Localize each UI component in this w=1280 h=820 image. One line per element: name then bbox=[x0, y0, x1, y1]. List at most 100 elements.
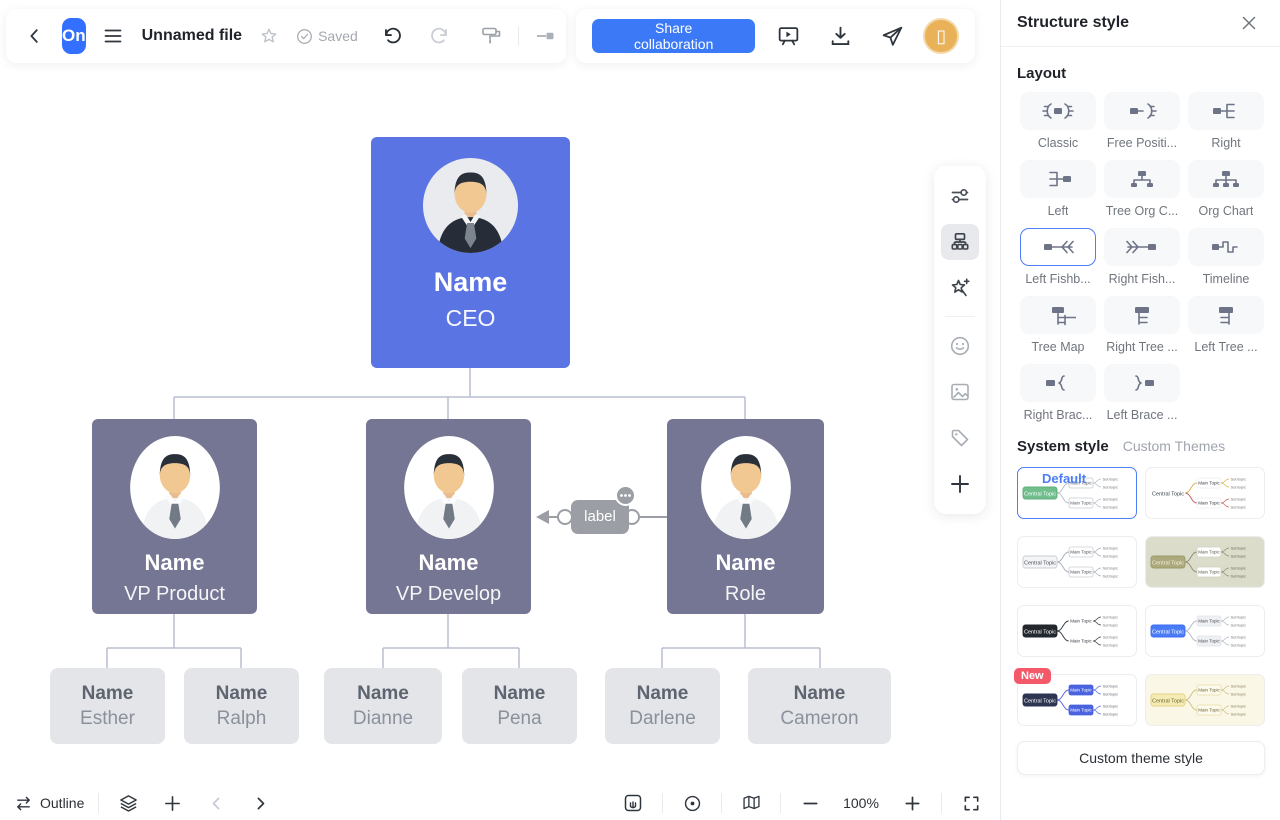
tree-org-layout-icon bbox=[1104, 160, 1180, 198]
undo-button[interactable] bbox=[376, 21, 406, 51]
tag-icon[interactable] bbox=[941, 420, 979, 456]
layout-option-right-fishbone[interactable]: Right Fish... bbox=[1101, 228, 1183, 286]
layout-option-left-fishbone[interactable]: Left Fishb... bbox=[1017, 228, 1099, 286]
node-vp-product[interactable]: Name VP Product bbox=[92, 419, 257, 614]
node-pena[interactable]: Name Pena bbox=[462, 668, 577, 744]
favorite-star-icon[interactable] bbox=[254, 21, 284, 51]
more-options-bubble[interactable] bbox=[615, 485, 636, 506]
layout-option-left-brace[interactable]: Left Brace ... bbox=[1101, 364, 1183, 422]
layout-option-label: Timeline bbox=[1203, 272, 1250, 286]
theme-thumbnail-2[interactable]: Central Topic Main Topic Main Topic Subt… bbox=[1017, 536, 1137, 588]
back-button[interactable] bbox=[20, 21, 50, 51]
svg-text:Central Topic: Central Topic bbox=[1024, 629, 1056, 635]
layout-option-label: Right Fish... bbox=[1109, 272, 1176, 286]
locate-center-icon[interactable] bbox=[677, 788, 707, 818]
adjust-sliders-icon[interactable] bbox=[941, 178, 979, 214]
theme-thumbnail-6[interactable]: New Central Topic Main Topic Main Topic … bbox=[1017, 674, 1137, 726]
close-icon[interactable] bbox=[1234, 8, 1264, 38]
zoom-in-button[interactable] bbox=[897, 788, 927, 818]
user-avatar[interactable]: ▯ bbox=[923, 18, 959, 54]
node-dianne[interactable]: Name Dianne bbox=[324, 668, 442, 744]
layout-option-right-brace[interactable]: Right Brac... bbox=[1017, 364, 1099, 422]
minimap-icon[interactable] bbox=[736, 788, 766, 818]
svg-text:Subtopic: Subtopic bbox=[1103, 615, 1119, 620]
file-title[interactable]: Unnamed file bbox=[142, 27, 242, 45]
custom-theme-style-button[interactable]: Custom theme style bbox=[1017, 741, 1265, 775]
redo-button[interactable] bbox=[426, 21, 456, 51]
fullscreen-icon[interactable] bbox=[956, 788, 986, 818]
next-page-button[interactable] bbox=[245, 788, 275, 818]
download-icon[interactable] bbox=[825, 21, 855, 51]
layout-option-left[interactable]: Left bbox=[1017, 160, 1099, 218]
image-icon[interactable] bbox=[941, 374, 979, 410]
node-darlene[interactable]: Name Darlene bbox=[605, 668, 720, 744]
theme-thumbnail-5[interactable]: Central Topic Main Topic Main Topic Subt… bbox=[1145, 605, 1265, 657]
layout-option-timeline[interactable]: Timeline bbox=[1185, 228, 1267, 286]
zoom-out-button[interactable] bbox=[795, 788, 825, 818]
layout-option-label: Free Positi... bbox=[1107, 136, 1177, 150]
svg-text:Subtopic: Subtopic bbox=[1231, 712, 1247, 717]
svg-text:Main Topic: Main Topic bbox=[1070, 639, 1092, 644]
theme-thumbnail-7[interactable]: Central Topic Main Topic Main Topic Subt… bbox=[1145, 674, 1265, 726]
layout-option-label: Right Brac... bbox=[1024, 408, 1093, 422]
format-painter-icon[interactable] bbox=[476, 21, 506, 51]
left-brace-layout-icon bbox=[1104, 364, 1180, 402]
layout-option-org-chart[interactable]: Org Chart bbox=[1185, 160, 1267, 218]
layout-option-right-tree[interactable]: Right Tree ... bbox=[1101, 296, 1183, 354]
layout-option-left-tree[interactable]: Left Tree ... bbox=[1185, 296, 1267, 354]
layout-option-tree-org[interactable]: Tree Org C... bbox=[1101, 160, 1183, 218]
leaf-title: Name bbox=[82, 683, 134, 705]
tab-system-style[interactable]: System style bbox=[1017, 438, 1109, 455]
app-logo[interactable]: On bbox=[62, 18, 86, 54]
layout-option-label: Right Tree ... bbox=[1106, 340, 1178, 354]
structure-icon[interactable] bbox=[941, 224, 979, 260]
theme-name: Default bbox=[1042, 471, 1086, 486]
prev-page-button[interactable] bbox=[201, 788, 231, 818]
add-node-button[interactable] bbox=[941, 466, 979, 502]
emoji-icon[interactable] bbox=[941, 327, 979, 363]
svg-text:Central Topic: Central Topic bbox=[1152, 629, 1184, 635]
divider bbox=[941, 793, 942, 813]
send-icon[interactable] bbox=[877, 21, 907, 51]
share-collaboration-button[interactable]: Share collaboration bbox=[592, 19, 755, 53]
bottom-bar: Outline bbox=[0, 786, 1000, 820]
zoom-level[interactable]: 100% bbox=[839, 795, 883, 811]
theme-thumbnail-4[interactable]: Central Topic Main Topic Main Topic Subt… bbox=[1017, 605, 1137, 657]
magic-star-icon[interactable] bbox=[941, 270, 979, 306]
layout-option-label: Tree Org C... bbox=[1106, 204, 1178, 218]
theme-thumbnail-3[interactable]: Central Topic Main Topic Main Topic Subt… bbox=[1145, 536, 1265, 588]
node-ralph[interactable]: Name Ralph bbox=[184, 668, 299, 744]
layout-heading: Layout bbox=[1017, 65, 1264, 82]
node-role[interactable]: Name Role bbox=[667, 419, 824, 614]
outline-button[interactable]: Outline bbox=[14, 794, 84, 813]
mindmap-canvas[interactable]: Name CEO Name VP Product Name VP Develop… bbox=[0, 0, 1000, 820]
tree-map-layout-icon bbox=[1020, 296, 1096, 334]
relation-line-icon[interactable] bbox=[531, 21, 561, 51]
node-esther[interactable]: Name Esther bbox=[50, 668, 165, 744]
node-cameron[interactable]: Name Cameron bbox=[748, 668, 891, 744]
add-page-button[interactable] bbox=[157, 788, 187, 818]
menu-icon[interactable] bbox=[98, 21, 128, 51]
layout-option-tree-map[interactable]: Tree Map bbox=[1017, 296, 1099, 354]
layout-option-free-position[interactable]: Free Positi... bbox=[1101, 92, 1183, 150]
presentation-icon[interactable] bbox=[773, 21, 803, 51]
layout-options-grid: Classic Free Positi... Right Left Tree O… bbox=[1017, 92, 1264, 422]
layers-icon[interactable] bbox=[113, 788, 143, 818]
right-tree-layout-icon bbox=[1104, 296, 1180, 334]
panel-title: Structure style bbox=[1017, 14, 1129, 32]
theme-thumbnail-1[interactable]: Central Topic Main Topic Main Topic Subt… bbox=[1145, 467, 1265, 519]
layout-option-classic[interactable]: Classic bbox=[1017, 92, 1099, 150]
node-vp-develop[interactable]: Name VP Develop bbox=[366, 419, 531, 614]
tab-custom-themes[interactable]: Custom Themes bbox=[1123, 438, 1225, 454]
layout-option-label: Org Chart bbox=[1199, 204, 1254, 218]
layout-option-right[interactable]: Right bbox=[1185, 92, 1267, 150]
grab-tool-icon[interactable] bbox=[618, 788, 648, 818]
svg-text:Subtopic: Subtopic bbox=[1103, 635, 1119, 640]
toolbar-divider bbox=[945, 316, 975, 317]
svg-text:Main Topic: Main Topic bbox=[1070, 619, 1092, 624]
svg-text:Subtopic: Subtopic bbox=[1231, 477, 1247, 482]
main-toolbar: On Unnamed file Saved bbox=[6, 9, 566, 63]
node-ceo[interactable]: Name CEO bbox=[371, 137, 570, 368]
leaf-person: Pena bbox=[497, 708, 541, 730]
theme-thumbnail-default[interactable]: Default Central Topic Main Topic Main To… bbox=[1017, 467, 1137, 519]
